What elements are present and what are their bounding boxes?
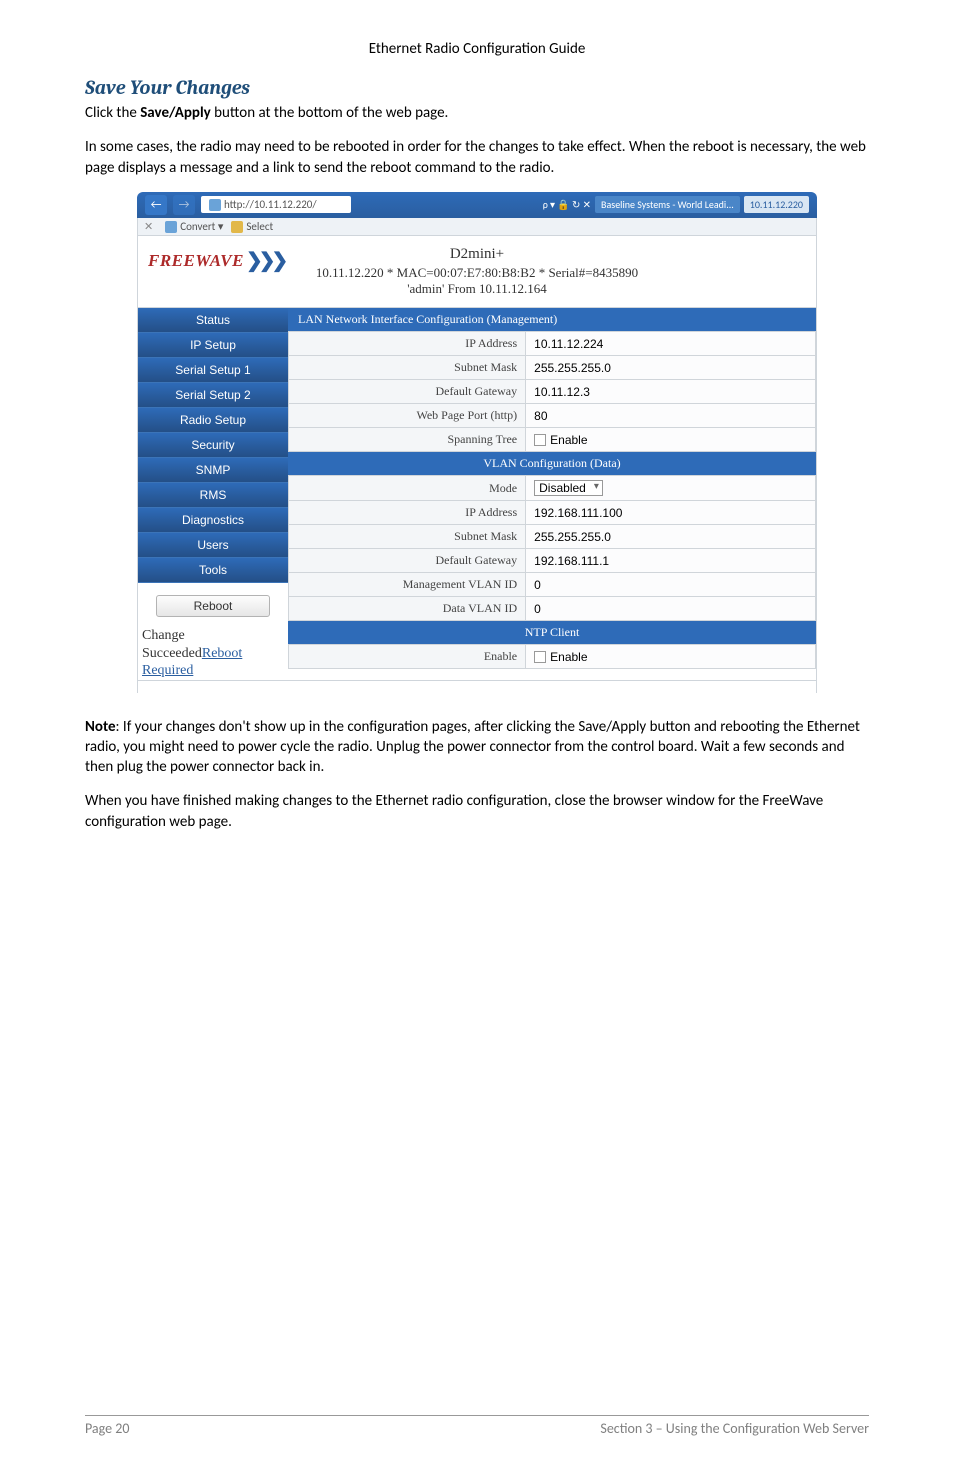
select-icon: [231, 221, 243, 233]
sidebar-nav: Status IP Setup Serial Setup 1 Serial Se…: [138, 308, 288, 680]
tab-ip[interactable]: 10.11.12.220: [744, 196, 809, 213]
lan-port-label: Web Page Port (http): [289, 404, 526, 428]
text: button at the bottom of the web page.: [211, 104, 449, 122]
mode-select[interactable]: Disabled: [534, 480, 603, 496]
save-apply-label: Save/Apply: [140, 104, 211, 122]
freewave-logo: FREEWAVE❯❯❯: [148, 248, 284, 273]
vlan-gw-label: Default Gateway: [289, 549, 526, 573]
close-icon[interactable]: ✕: [144, 220, 153, 233]
note-label: Note: [85, 718, 116, 736]
browser-titlebar: ← → http://10.11.12.220/ ρ ▾ 🔒 ↻ ✕ Basel…: [137, 192, 817, 218]
sidebar-item-tools[interactable]: Tools: [138, 558, 288, 583]
sidebar-item-serial-2[interactable]: Serial Setup 2: [138, 383, 288, 408]
lan-span-value[interactable]: Enable: [526, 428, 816, 452]
vlan-mode-label: Mode: [289, 476, 526, 501]
intro-paragraph-1: Click the Save/Apply button at the botto…: [85, 103, 869, 123]
vlan-mode-value[interactable]: Disabled: [526, 476, 816, 501]
sidebar-item-snmp[interactable]: SNMP: [138, 458, 288, 483]
lan-gw-value[interactable]: 10.11.12.3: [526, 380, 816, 404]
required-link[interactable]: Required: [142, 662, 288, 680]
back-button[interactable]: ←: [145, 195, 167, 215]
convert-icon: [165, 221, 177, 233]
device-banner: FREEWAVE❯❯❯ D2mini+ 10.11.12.220 * MAC=0…: [137, 236, 817, 308]
checkbox-icon[interactable]: [534, 434, 546, 446]
note-paragraph: Note: If your changes don't show up in t…: [85, 717, 869, 778]
vlan-mask-value[interactable]: 255.255.255.0: [526, 525, 816, 549]
search-controls[interactable]: ρ ▾ 🔒 ↻ ✕: [543, 198, 591, 211]
vlan-gw-value[interactable]: 192.168.111.1: [526, 549, 816, 573]
chevron-icon: ❯❯❯: [246, 248, 284, 273]
url-text: http://10.11.12.220/: [224, 198, 317, 211]
change-callout: Change SucceededReboot Required: [142, 627, 288, 680]
vlan-mgmt-label: Management VLAN ID: [289, 573, 526, 597]
config-content: LAN Network Interface Configuration (Man…: [288, 308, 816, 680]
sidebar-item-users[interactable]: Users: [138, 533, 288, 558]
lan-table: IP Address10.11.12.224 Subnet Mask255.25…: [288, 331, 816, 452]
ntp-table: EnableEnable: [288, 644, 816, 669]
text: Click the: [85, 104, 140, 122]
reboot-button[interactable]: Reboot: [156, 595, 270, 617]
closing-paragraph: When you have finished making changes to…: [85, 791, 869, 832]
lan-mask-label: Subnet Mask: [289, 356, 526, 380]
sidebar-item-serial-1[interactable]: Serial Setup 1: [138, 358, 288, 383]
sidebar-item-diagnostics[interactable]: Diagnostics: [138, 508, 288, 533]
admin-from-line: 'admin' From 10.11.12.164: [146, 281, 808, 297]
lan-ip-value[interactable]: 10.11.12.224: [526, 332, 816, 356]
address-bar[interactable]: http://10.11.12.220/: [201, 196, 351, 213]
checkbox-icon[interactable]: [534, 651, 546, 663]
forward-button[interactable]: →: [173, 195, 195, 215]
vlan-mask-label: Subnet Mask: [289, 525, 526, 549]
ntp-enable-label: Enable: [289, 645, 526, 669]
note-body: : If your changes don't show up in the c…: [85, 718, 860, 777]
screenshot: ← → http://10.11.12.220/ ρ ▾ 🔒 ↻ ✕ Basel…: [137, 192, 817, 693]
sidebar-item-security[interactable]: Security: [138, 433, 288, 458]
sidebar-item-status[interactable]: Status: [138, 308, 288, 333]
page-footer: Page 20 Section 3 – Using the Configurat…: [85, 1415, 869, 1437]
section-vlan-header: VLAN Configuration (Data): [288, 452, 816, 475]
vlan-mgmt-value[interactable]: 0: [526, 573, 816, 597]
browser-toolbar: ✕ Convert ▾ Select: [137, 218, 817, 236]
convert-menu[interactable]: Convert ▾: [165, 220, 223, 233]
globe-icon: [209, 199, 221, 211]
lan-port-value[interactable]: 80: [526, 404, 816, 428]
vlan-data-label: Data VLAN ID: [289, 597, 526, 621]
section-title: Save Your Changes: [85, 76, 869, 99]
lan-gw-label: Default Gateway: [289, 380, 526, 404]
ntp-enable-value[interactable]: Enable: [526, 645, 816, 669]
lan-span-label: Spanning Tree: [289, 428, 526, 452]
callout-succeeded: Succeeded: [142, 646, 202, 661]
section-ntp-header: NTP Client: [288, 621, 816, 644]
vlan-data-value[interactable]: 0: [526, 597, 816, 621]
vlan-table: ModeDisabled IP Address192.168.111.100 S…: [288, 475, 816, 621]
intro-paragraph-2: In some cases, the radio may need to be …: [85, 137, 869, 178]
tab-baseline[interactable]: Baseline Systems - World Leadi...: [595, 196, 740, 213]
reboot-link[interactable]: Reboot: [202, 646, 242, 661]
vlan-ip-label: IP Address: [289, 501, 526, 525]
lan-mask-value[interactable]: 255.255.255.0: [526, 356, 816, 380]
lan-ip-label: IP Address: [289, 332, 526, 356]
document-header: Ethernet Radio Configuration Guide: [85, 40, 869, 58]
sidebar-item-radio[interactable]: Radio Setup: [138, 408, 288, 433]
sidebar-item-rms[interactable]: RMS: [138, 483, 288, 508]
section-lan-header: LAN Network Interface Configuration (Man…: [288, 308, 816, 331]
page-number: Page 20: [85, 1420, 129, 1437]
callout-line1: Change: [142, 627, 288, 645]
vlan-ip-value[interactable]: 192.168.111.100: [526, 501, 816, 525]
section-label: Section 3 – Using the Configuration Web …: [600, 1420, 869, 1437]
select-menu[interactable]: Select: [231, 220, 273, 233]
sidebar-item-ip-setup[interactable]: IP Setup: [138, 333, 288, 358]
torn-edge: [137, 681, 817, 693]
